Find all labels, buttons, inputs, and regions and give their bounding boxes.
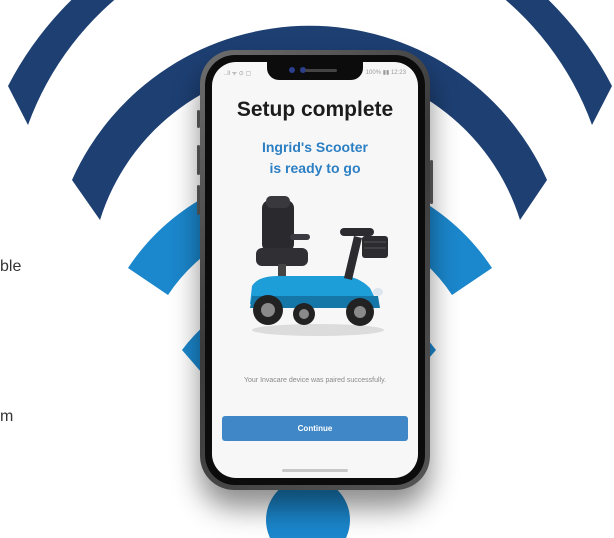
device-ready-heading: Ingrid's Scooter — [261, 139, 368, 155]
continue-button[interactable]: Continue — [222, 416, 408, 441]
partial-side-text: ble — [0, 258, 22, 275]
phone-volume-button — [197, 185, 200, 215]
home-indicator[interactable] — [282, 469, 348, 472]
phone-volume-button — [197, 110, 200, 128]
mobility-scooter-image — [250, 196, 388, 336]
pairing-success-message: Your Invacare device was paired successf… — [243, 377, 387, 384]
phone-mockup: ..ll ᯤ ⊙ ▢ 100% ▮▮ 12:23 Setup complete … — [197, 50, 433, 490]
phone-power-button — [430, 160, 433, 204]
page-title: Setup complete — [236, 98, 394, 121]
partial-side-text: m — [0, 408, 14, 425]
device-ready-heading: is ready to go — [269, 160, 361, 176]
status-icons-right: 100% ▮▮ 12:23 — [365, 70, 406, 76]
illustration-stage: ble m ..ll ᯤ ⊙ ▢ 100% ▮▮ 12:23 Setup com… — [0, 0, 614, 538]
phone-screen: ..ll ᯤ ⊙ ▢ 100% ▮▮ 12:23 Setup complete … — [212, 62, 418, 478]
phone-volume-button — [197, 145, 200, 175]
status-icons-left: ..ll ᯤ ⊙ ▢ — [224, 71, 252, 77]
status-bar: ..ll ᯤ ⊙ ▢ 100% ▮▮ 12:23 — [224, 69, 406, 79]
